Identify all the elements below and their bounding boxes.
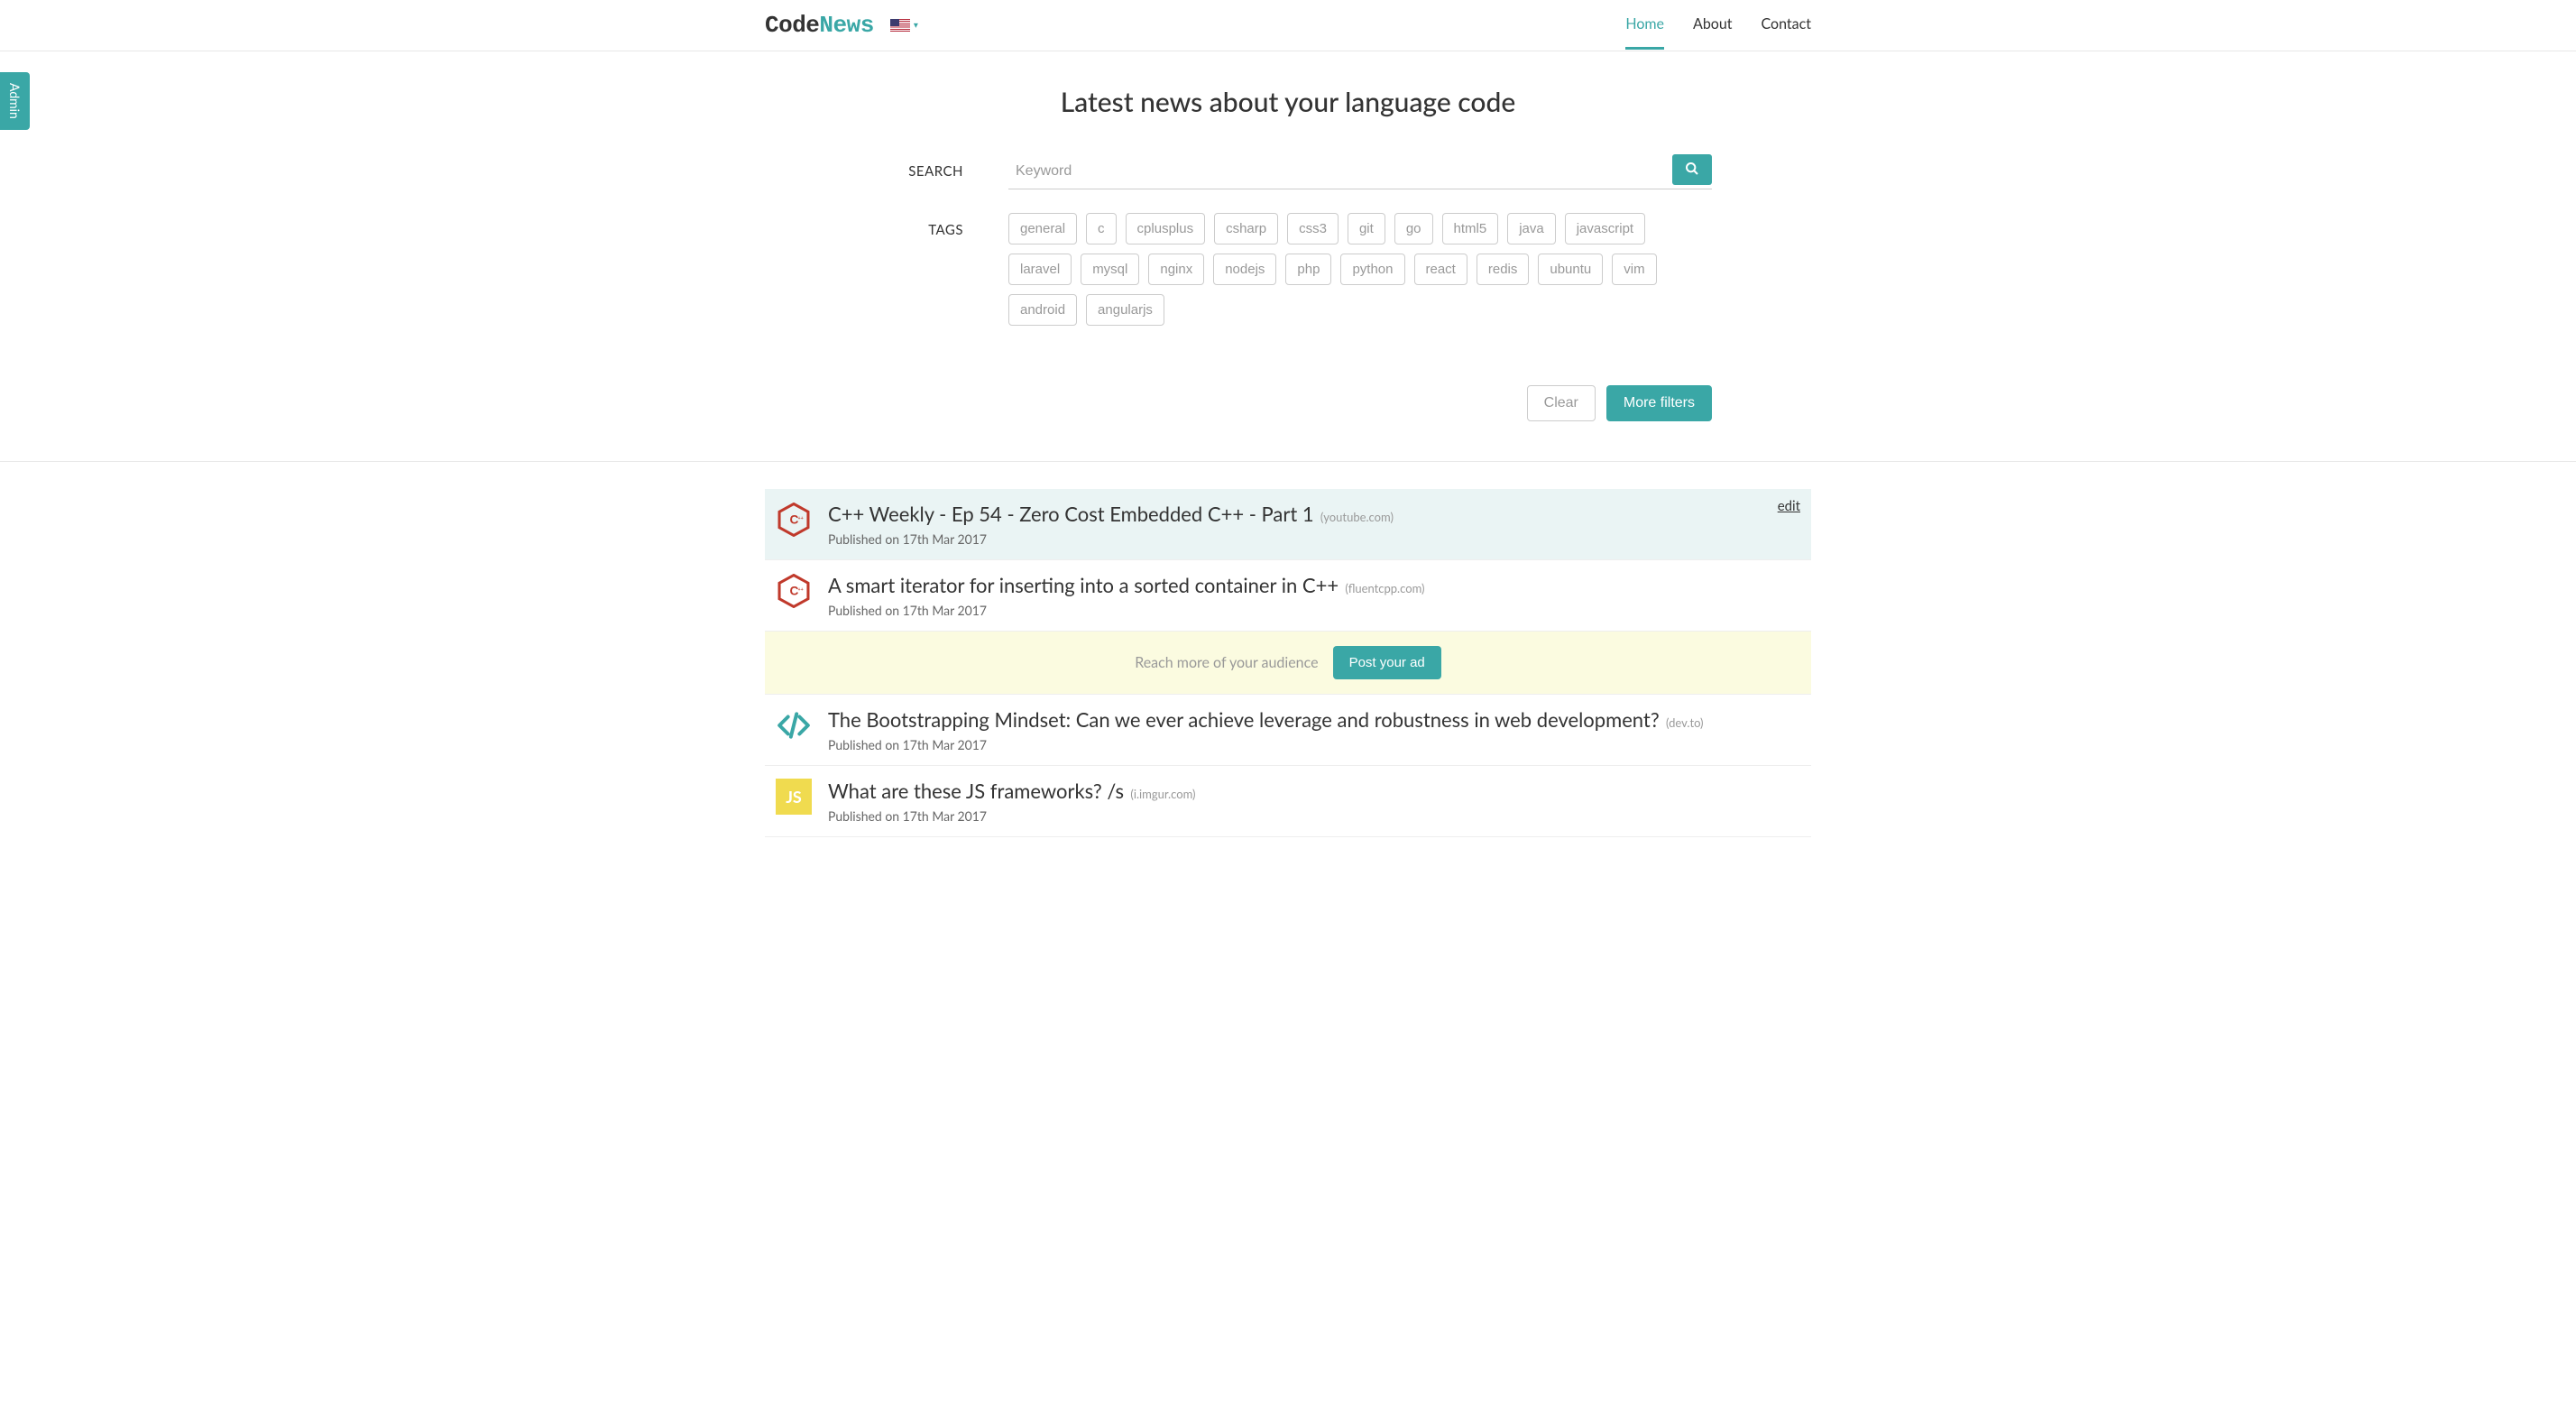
- page-title: Latest news about your language code: [18, 86, 2558, 118]
- clear-button[interactable]: Clear: [1527, 385, 1596, 421]
- ad-banner: Reach more of your audience Post your ad: [765, 632, 1811, 695]
- tag-nginx[interactable]: nginx: [1148, 254, 1204, 285]
- post-item: C++ C++ Weekly - Ep 54 - Zero Cost Embedd…: [765, 489, 1811, 560]
- tag-general[interactable]: general: [1008, 213, 1077, 244]
- hero: Latest news about your language code: [0, 51, 2576, 118]
- tag-android[interactable]: android: [1008, 294, 1077, 326]
- us-flag-icon: [890, 19, 910, 32]
- post-item: JS What are these JS frameworks? /s (i.im…: [765, 766, 1811, 837]
- post-meta: Published on 17th Mar 2017: [828, 808, 1800, 824]
- logo-news: News: [819, 12, 873, 39]
- post-meta: Published on 17th Mar 2017: [828, 603, 1800, 618]
- cpp-icon: C++: [777, 503, 811, 537]
- tag-css3[interactable]: css3: [1287, 213, 1339, 244]
- tag-laravel[interactable]: laravel: [1008, 254, 1072, 285]
- post-body: C++ Weekly - Ep 54 - Zero Cost Embedded …: [828, 502, 1800, 547]
- tag-html5[interactable]: html5: [1442, 213, 1499, 244]
- logo[interactable]: CodeNews: [765, 12, 874, 39]
- tag-java[interactable]: java: [1507, 213, 1556, 244]
- post-icon-wrap: JS: [776, 779, 812, 815]
- tag-vim[interactable]: vim: [1612, 254, 1656, 285]
- header: CodeNews ▾ Home About Contact: [0, 0, 2576, 51]
- post-item: The Bootstrapping Mindset: Can we ever a…: [765, 695, 1811, 766]
- post-ad-button[interactable]: Post your ad: [1333, 646, 1441, 679]
- nav-about[interactable]: About: [1693, 1, 1733, 50]
- admin-tab[interactable]: Admin: [0, 72, 30, 130]
- chevron-down-icon: ▾: [914, 20, 918, 31]
- post-title[interactable]: The Bootstrapping Mindset: Can we ever a…: [828, 707, 1660, 732]
- js-icon: JS: [776, 779, 812, 815]
- tag-ubuntu[interactable]: ubuntu: [1538, 254, 1603, 285]
- search-icon: [1685, 161, 1699, 176]
- post-icon-wrap: C++: [776, 502, 812, 538]
- svg-text:C: C: [789, 513, 798, 527]
- tag-cplusplus[interactable]: cplusplus: [1126, 213, 1206, 244]
- tag-c[interactable]: c: [1086, 213, 1117, 244]
- tag-php[interactable]: php: [1285, 254, 1331, 285]
- more-filters-button[interactable]: More filters: [1606, 385, 1712, 421]
- tag-csharp[interactable]: csharp: [1214, 213, 1278, 244]
- logo-code: Code: [765, 12, 819, 39]
- post-title[interactable]: C++ Weekly - Ep 54 - Zero Cost Embedded …: [828, 502, 1314, 526]
- search-input[interactable]: [1008, 154, 1672, 189]
- tag-go[interactable]: go: [1394, 213, 1433, 244]
- post-domain: (youtube.com): [1318, 510, 1394, 524]
- locale-selector[interactable]: ▾: [890, 19, 918, 32]
- post-body: What are these JS frameworks? /s (i.imgu…: [828, 779, 1800, 824]
- tag-mysql[interactable]: mysql: [1081, 254, 1139, 285]
- post-icon-wrap: [776, 707, 812, 743]
- post-meta: Published on 17th Mar 2017: [828, 531, 1800, 547]
- filter-actions: Clear More filters: [846, 385, 1730, 421]
- post-title[interactable]: What are these JS frameworks? /s: [828, 779, 1124, 803]
- tags-label: TAGS: [864, 213, 1008, 238]
- tag-react[interactable]: react: [1414, 254, 1467, 285]
- post-domain: (i.imgur.com): [1127, 787, 1196, 801]
- ad-text: Reach more of your audience: [1135, 654, 1318, 671]
- svg-text:++: ++: [798, 587, 804, 593]
- tag-nodejs[interactable]: nodejs: [1213, 254, 1276, 285]
- post-domain: (dev.to): [1663, 715, 1704, 730]
- tags-list: general c cplusplus csharp css3 gitgo html5 jav…: [1008, 213, 1712, 326]
- nav-home[interactable]: Home: [1625, 1, 1664, 50]
- post-title[interactable]: A smart iterator for inserting into a so…: [828, 573, 1339, 597]
- search-button[interactable]: [1672, 154, 1712, 185]
- search-section: SEARCH TAGS generalccpluspluscsharpcss3g…: [846, 118, 1730, 367]
- tag-redis[interactable]: redis: [1477, 254, 1530, 285]
- main-nav: Home About Contact: [1625, 1, 1811, 50]
- code-icon: [777, 708, 811, 743]
- svg-text:++: ++: [798, 516, 804, 521]
- post-domain: (fluentcpp.com): [1342, 581, 1424, 595]
- search-label: SEARCH: [864, 154, 1008, 180]
- cpp-icon: C++: [777, 574, 811, 608]
- post-body: The Bootstrapping Mindset: Can we ever a…: [828, 707, 1800, 752]
- post-body: A smart iterator for inserting into a so…: [828, 573, 1800, 618]
- svg-text:C: C: [789, 585, 798, 598]
- feed: C++C++ Weekly - Ep 54 - Zero Cost Embedd…: [747, 489, 1829, 837]
- logo-area: CodeNews ▾: [765, 12, 918, 39]
- tag-git[interactable]: git: [1348, 213, 1385, 244]
- divider: [0, 461, 2576, 462]
- tag-python[interactable]: python: [1340, 254, 1404, 285]
- tag-angularjs[interactable]: angularjs: [1086, 294, 1164, 326]
- post-item: C++ A smart iterator for inserting into a…: [765, 560, 1811, 632]
- nav-contact[interactable]: Contact: [1762, 1, 1811, 50]
- tag-javascript[interactable]: javascript: [1565, 213, 1645, 244]
- post-meta: Published on 17th Mar 2017: [828, 737, 1800, 752]
- edit-link[interactable]: edit: [1778, 498, 1800, 514]
- post-icon-wrap: C++: [776, 573, 812, 609]
